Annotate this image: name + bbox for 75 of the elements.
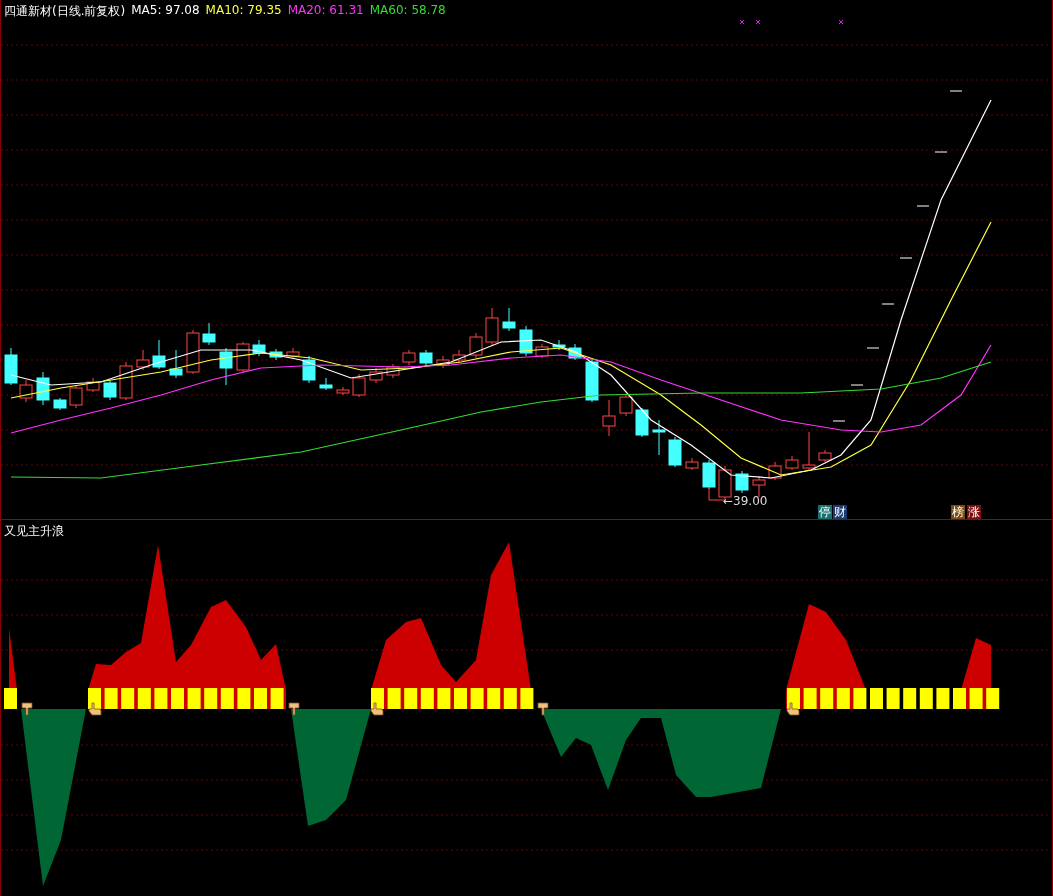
event-marker: 财 (833, 505, 847, 519)
candle (236, 341, 250, 373)
candle (602, 399, 616, 437)
stock-name-label: 四通新材(日线.前复权) (4, 3, 126, 20)
candle (436, 355, 450, 369)
candle (169, 349, 183, 379)
candle (86, 377, 100, 393)
price-tick-mark (866, 347, 880, 349)
price-tick-mark (850, 384, 864, 386)
candle (36, 371, 50, 406)
candle (802, 431, 816, 471)
candle (535, 343, 549, 359)
candle (269, 348, 283, 361)
moving-average-value: MA20: 61.31 (287, 3, 364, 19)
candle (735, 470, 749, 494)
cross-mark-icon (755, 19, 761, 25)
candle (53, 397, 67, 411)
price-tick-mark (949, 90, 963, 92)
cross-mark-icon (739, 19, 745, 25)
candle (103, 379, 117, 401)
candle (502, 307, 516, 332)
hand-pointer-icon (786, 702, 800, 716)
candle (702, 459, 716, 490)
low-price-label: ←39.00 (723, 494, 768, 508)
candle (352, 373, 366, 398)
moving-average-value: MA60: 58.78 (369, 3, 446, 19)
price-tick-mark (881, 303, 895, 305)
candle (202, 322, 216, 346)
candle (119, 361, 133, 401)
moving-average-value: MA5: 97.08 (131, 3, 200, 19)
candle (635, 407, 649, 438)
candle (402, 349, 416, 366)
candle (219, 347, 233, 386)
price-tick-mark (832, 420, 846, 422)
hand-pointer-icon (370, 702, 384, 716)
candle (768, 461, 782, 481)
cross-mark-icon (838, 19, 844, 25)
candle (252, 339, 266, 357)
hand-pointer-icon (21, 702, 33, 716)
candle (136, 349, 150, 371)
candle (69, 384, 83, 409)
candle (619, 393, 633, 417)
price-tick-mark (934, 151, 948, 153)
candle (668, 436, 682, 468)
candle (568, 343, 582, 361)
candle (818, 449, 832, 463)
candle (286, 347, 300, 359)
event-marker: 涨 (967, 505, 981, 519)
event-marker: 停 (818, 505, 832, 519)
indicator-title: 又见主升浪 (4, 523, 64, 540)
candle (186, 329, 200, 375)
candle (469, 332, 483, 359)
hand-pointer-icon (88, 702, 102, 716)
candle (552, 339, 566, 351)
hand-pointer-icon (288, 702, 300, 716)
event-marker: 榜 (951, 505, 965, 519)
candle (585, 359, 599, 403)
moving-average-value: MA10: 79.35 (205, 3, 282, 19)
candle (652, 419, 666, 456)
candle (752, 475, 766, 498)
price-tick-mark (899, 257, 913, 259)
price-tick-mark (916, 205, 930, 207)
candle (369, 367, 383, 384)
candle (785, 455, 799, 471)
candle (152, 339, 166, 370)
candle (519, 325, 533, 357)
candle (336, 386, 350, 396)
candle (452, 349, 466, 364)
candle (685, 457, 699, 471)
candle (485, 307, 499, 346)
hand-pointer-icon (537, 702, 549, 716)
candle (302, 355, 316, 384)
candle (319, 377, 333, 391)
candle (419, 349, 433, 367)
candle (386, 363, 400, 379)
